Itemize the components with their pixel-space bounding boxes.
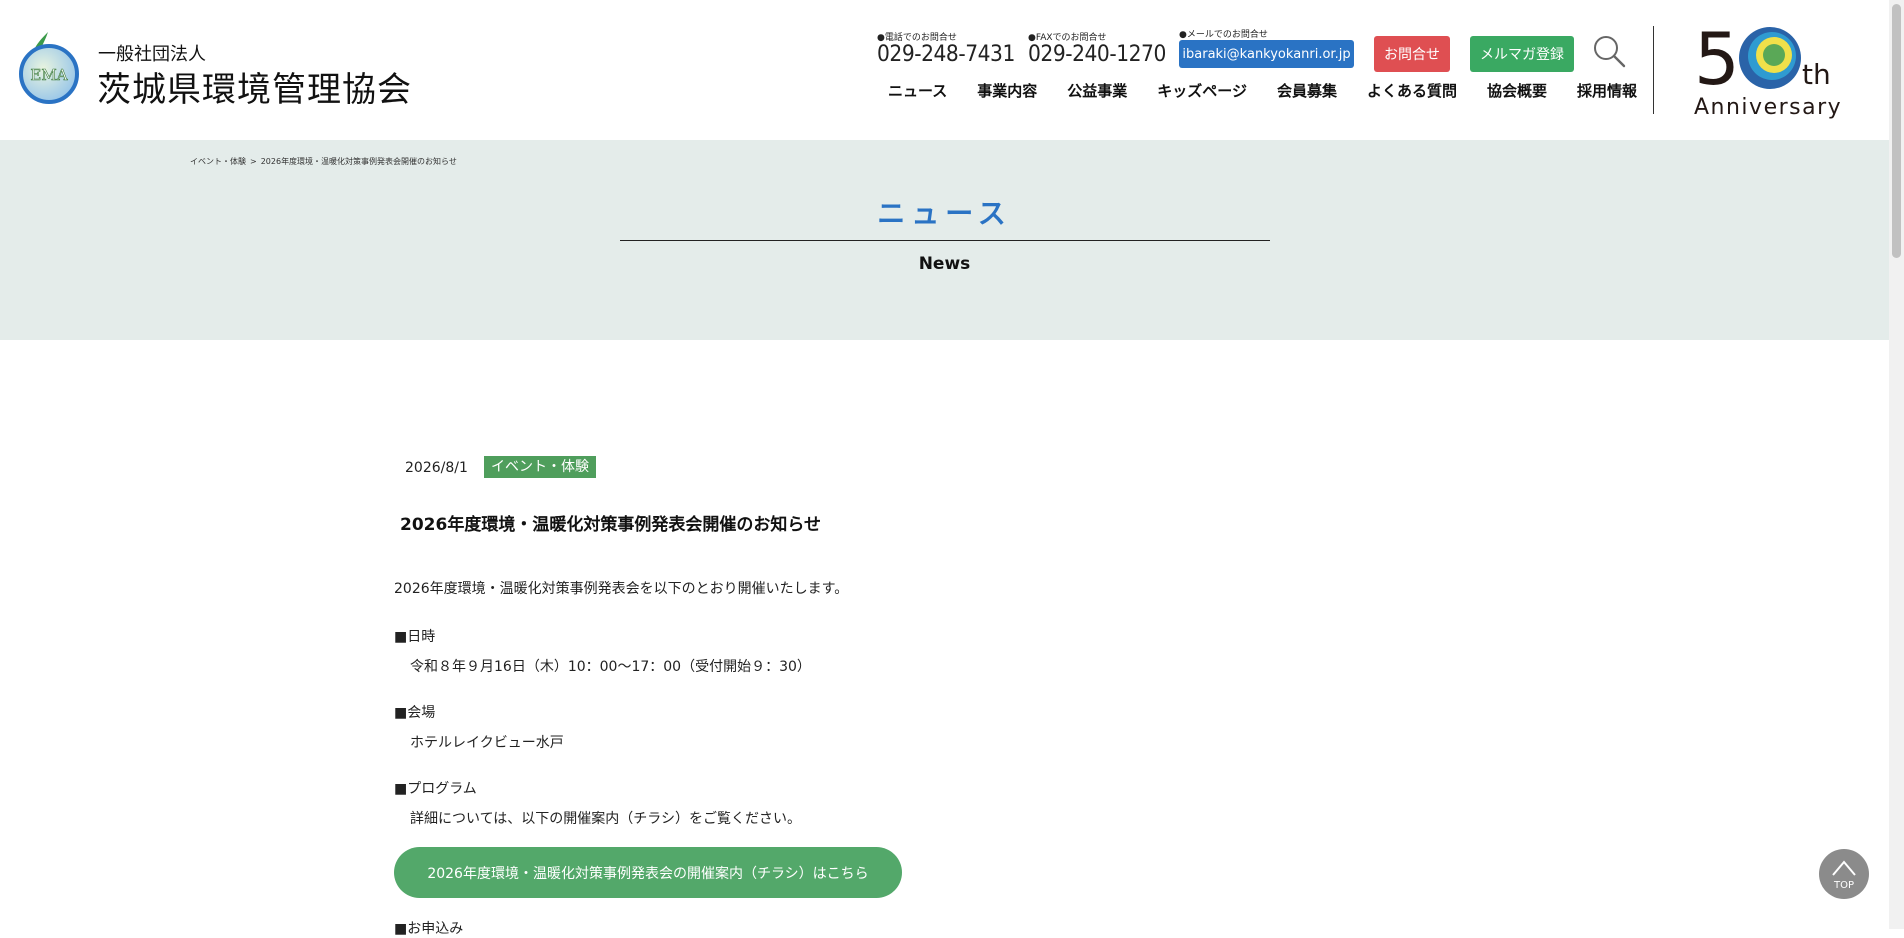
global-nav: ニュース 事業内容 公益事業 キッズページ 会員募集 よくある質問 協会概要 採… [888, 80, 1637, 101]
nav-item-news[interactable]: ニュース [888, 80, 947, 101]
program-body: 詳細については、以下の開催案内（チラシ）をご覧ください。 [410, 811, 802, 827]
category-badge[interactable]: イベント・体験 [484, 456, 596, 478]
program-heading: ■プログラム [394, 781, 477, 797]
flyer-link-button[interactable]: 2026年度環境・温暖化対策事例発表会の開催案内（チラシ）はこちら [394, 847, 902, 898]
fax-number: 029-240-1270 [1028, 42, 1166, 67]
search-icon[interactable] [1592, 34, 1626, 68]
nav-item-about[interactable]: 協会概要 [1487, 80, 1547, 101]
anniversary-50th-logo[interactable]: 5 th Anniversary [1694, 18, 1846, 122]
nav-item-faq[interactable]: よくある質問 [1367, 80, 1457, 101]
mail-label: ●メールでのお問合せ [1179, 30, 1268, 40]
breadcrumb: イベント・体験 >2026年度環境・温暖化対策事例発表会開催のお知らせ [190, 156, 457, 167]
breadcrumb-item-category[interactable]: イベント・体験 [190, 157, 246, 166]
nav-item-recruit[interactable]: 採用情報 [1577, 80, 1637, 101]
page-subtitle: News [918, 254, 971, 274]
page-title-band: イベント・体験 >2026年度環境・温暖化対策事例発表会開催のお知らせ ニュース … [0, 140, 1889, 340]
scrollbar-track[interactable] [1889, 0, 1904, 929]
venue-heading: ■会場 [394, 705, 436, 721]
nav-item-public-projects[interactable]: 公益事業 [1067, 80, 1127, 101]
svg-text:5: 5 [1694, 18, 1740, 101]
scrollbar-thumb[interactable] [1892, 4, 1901, 258]
page-title: ニュース [877, 197, 1012, 230]
ema-logo[interactable]: EMA [18, 30, 80, 104]
article-title: 2026年度環境・温暖化対策事例発表会開催のお知らせ [400, 515, 821, 535]
back-to-top-button[interactable]: TOP [1819, 849, 1869, 899]
svg-text:EMA: EMA [30, 66, 67, 84]
back-to-top-label: TOP [1833, 880, 1854, 891]
tel-number[interactable]: 029-248-7431 [877, 42, 1015, 67]
mailmag-button[interactable]: メルマガ登録 [1470, 36, 1574, 72]
date-heading: ■日時 [394, 629, 436, 645]
chevron-up-icon [1832, 860, 1856, 876]
breadcrumb-item-current: 2026年度環境・温暖化対策事例発表会開催のお知らせ [260, 157, 457, 166]
mail-address-button[interactable]: ibaraki@kankyokanri.or.jp [1179, 40, 1354, 68]
article-intro: 2026年度環境・温暖化対策事例発表会を以下のとおり開催いたします。 [394, 581, 849, 597]
nav-item-membership[interactable]: 会員募集 [1277, 80, 1337, 101]
header-divider [1653, 26, 1654, 114]
nav-item-business[interactable]: 事業内容 [977, 80, 1037, 101]
apply-heading: ■お申込み [394, 921, 464, 937]
breadcrumb-separator: > [250, 157, 257, 166]
svg-text:th: th [1802, 58, 1831, 91]
date-body: 令和８年９月16日（木）10：00〜17：00（受付開始９：30） [410, 659, 811, 675]
nav-item-kids-page[interactable]: キッズページ [1157, 80, 1247, 101]
title-divider [620, 240, 1270, 241]
org-name[interactable]: 茨城県環境管理協会 [97, 62, 412, 111]
venue-body: ホテルレイクビュー水戸 [410, 735, 564, 751]
site-header: EMA 一般社団法人 茨城県環境管理協会 ●電話でのお問合せ 029-248-7… [0, 0, 1889, 140]
svg-text:Anniversary: Anniversary [1694, 95, 1842, 120]
contact-button[interactable]: お問合せ [1374, 36, 1450, 72]
post-date: 2026/8/1 [405, 460, 468, 476]
